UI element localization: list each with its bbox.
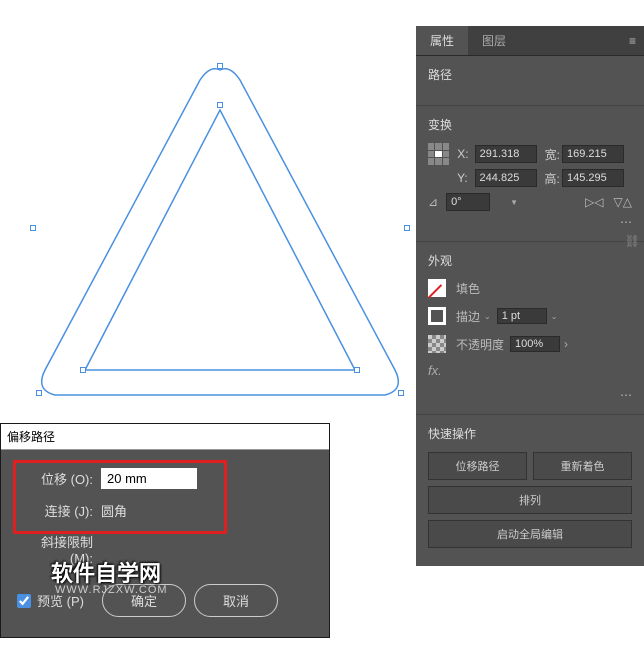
offset-path-button[interactable]: 位移路径 xyxy=(428,452,527,480)
join-select[interactable]: 圆角 xyxy=(101,501,127,520)
rotate-icon: ⊿ xyxy=(428,195,438,209)
x-input[interactable] xyxy=(475,145,537,163)
preview-checkbox[interactable] xyxy=(17,594,31,608)
cancel-button[interactable]: 取消 xyxy=(194,584,278,617)
global-edit-button[interactable]: 启动全局编辑 xyxy=(428,520,632,548)
stroke-caret-icon[interactable]: ⌄ xyxy=(484,312,491,321)
appearance-section: 外观 填色 描边 ⌄ ⌄ 不透明度 › fx. ⋯ xyxy=(416,242,644,415)
ok-button[interactable]: 确定 xyxy=(102,584,186,617)
preview-label: 预览 (P) xyxy=(37,591,84,610)
reference-point-icon[interactable] xyxy=(428,143,449,165)
y-label: Y: xyxy=(457,171,474,185)
path-section: 路径 xyxy=(416,56,644,106)
opacity-swatch-icon[interactable] xyxy=(428,335,446,353)
handle-top[interactable] xyxy=(217,63,223,69)
opacity-label: 不透明度 xyxy=(456,336,504,353)
handle-left[interactable] xyxy=(30,225,36,231)
stroke-swatch-icon[interactable] xyxy=(428,307,446,325)
handle-br-inner[interactable] xyxy=(354,367,360,373)
transform-section: 变换 X: 宽: Y: 高: ⛓ ⊿ ▼ ▷◁ ▽△ xyxy=(416,106,644,242)
arrange-button[interactable]: 排列 xyxy=(428,486,632,514)
join-label: 连接 (J): xyxy=(17,501,93,520)
flip-vertical-icon[interactable]: ▽△ xyxy=(614,195,632,209)
opacity-input[interactable] xyxy=(510,336,560,352)
stroke-label: 描边 xyxy=(456,308,480,325)
rotate-caret-icon[interactable]: ▼ xyxy=(510,198,518,207)
transform-title: 变换 xyxy=(428,116,632,133)
h-label: 高: xyxy=(545,170,562,187)
fx-icon[interactable]: fx. xyxy=(428,363,442,378)
quick-title: 快速操作 xyxy=(428,425,632,442)
offset-path-dialog: 偏移路径 位移 (O): 连接 (J): 圆角 斜接限制 (M): 软件自学网 … xyxy=(0,423,330,638)
fill-label: 填色 xyxy=(456,280,480,297)
offset-label: 位移 (O): xyxy=(17,469,93,488)
opacity-arrow-icon[interactable]: › xyxy=(564,337,568,351)
tab-layers[interactable]: 图层 xyxy=(468,26,520,55)
offset-input[interactable] xyxy=(101,468,197,489)
dialog-title: 偏移路径 xyxy=(1,424,329,450)
miter-label: 斜接限制 (M): xyxy=(17,532,93,566)
fill-swatch-icon[interactable] xyxy=(428,279,446,297)
rotate-input[interactable] xyxy=(446,193,490,211)
flip-horizontal-icon[interactable]: ▷◁ xyxy=(585,195,603,209)
appearance-title: 外观 xyxy=(428,252,632,269)
canvas-area[interactable] xyxy=(0,0,410,440)
stroke-weight-caret-icon[interactable]: ⌄ xyxy=(551,312,558,321)
panel-tabs: 属性 图层 ≡ xyxy=(416,26,644,56)
h-input[interactable] xyxy=(562,169,624,187)
more-options-icon[interactable]: ⋯ xyxy=(620,215,632,229)
handle-bl-inner[interactable] xyxy=(80,367,86,373)
quick-actions-section: 快速操作 位移路径 重新着色 排列 启动全局编辑 xyxy=(416,415,644,566)
y-input[interactable] xyxy=(475,169,537,187)
handle-bl[interactable] xyxy=(36,390,42,396)
properties-panel: 属性 图层 ≡ 路径 变换 X: 宽: Y: 高: ⛓ ⊿ xyxy=(416,26,644,566)
link-wh-icon[interactable]: ⛓ xyxy=(625,234,640,248)
triangle-inner[interactable] xyxy=(75,100,365,390)
recolor-button[interactable]: 重新着色 xyxy=(533,452,632,480)
w-input[interactable] xyxy=(562,145,624,163)
w-label: 宽: xyxy=(545,146,562,163)
stroke-weight-input[interactable] xyxy=(497,308,547,324)
path-title: 路径 xyxy=(428,66,632,83)
x-label: X: xyxy=(457,147,474,161)
tab-properties[interactable]: 属性 xyxy=(416,26,468,55)
handle-br[interactable] xyxy=(398,390,404,396)
handle-right[interactable] xyxy=(404,225,410,231)
appearance-more-icon[interactable]: ⋯ xyxy=(620,388,632,402)
panel-menu-icon[interactable]: ≡ xyxy=(621,30,644,52)
handle-top-inner[interactable] xyxy=(217,102,223,108)
